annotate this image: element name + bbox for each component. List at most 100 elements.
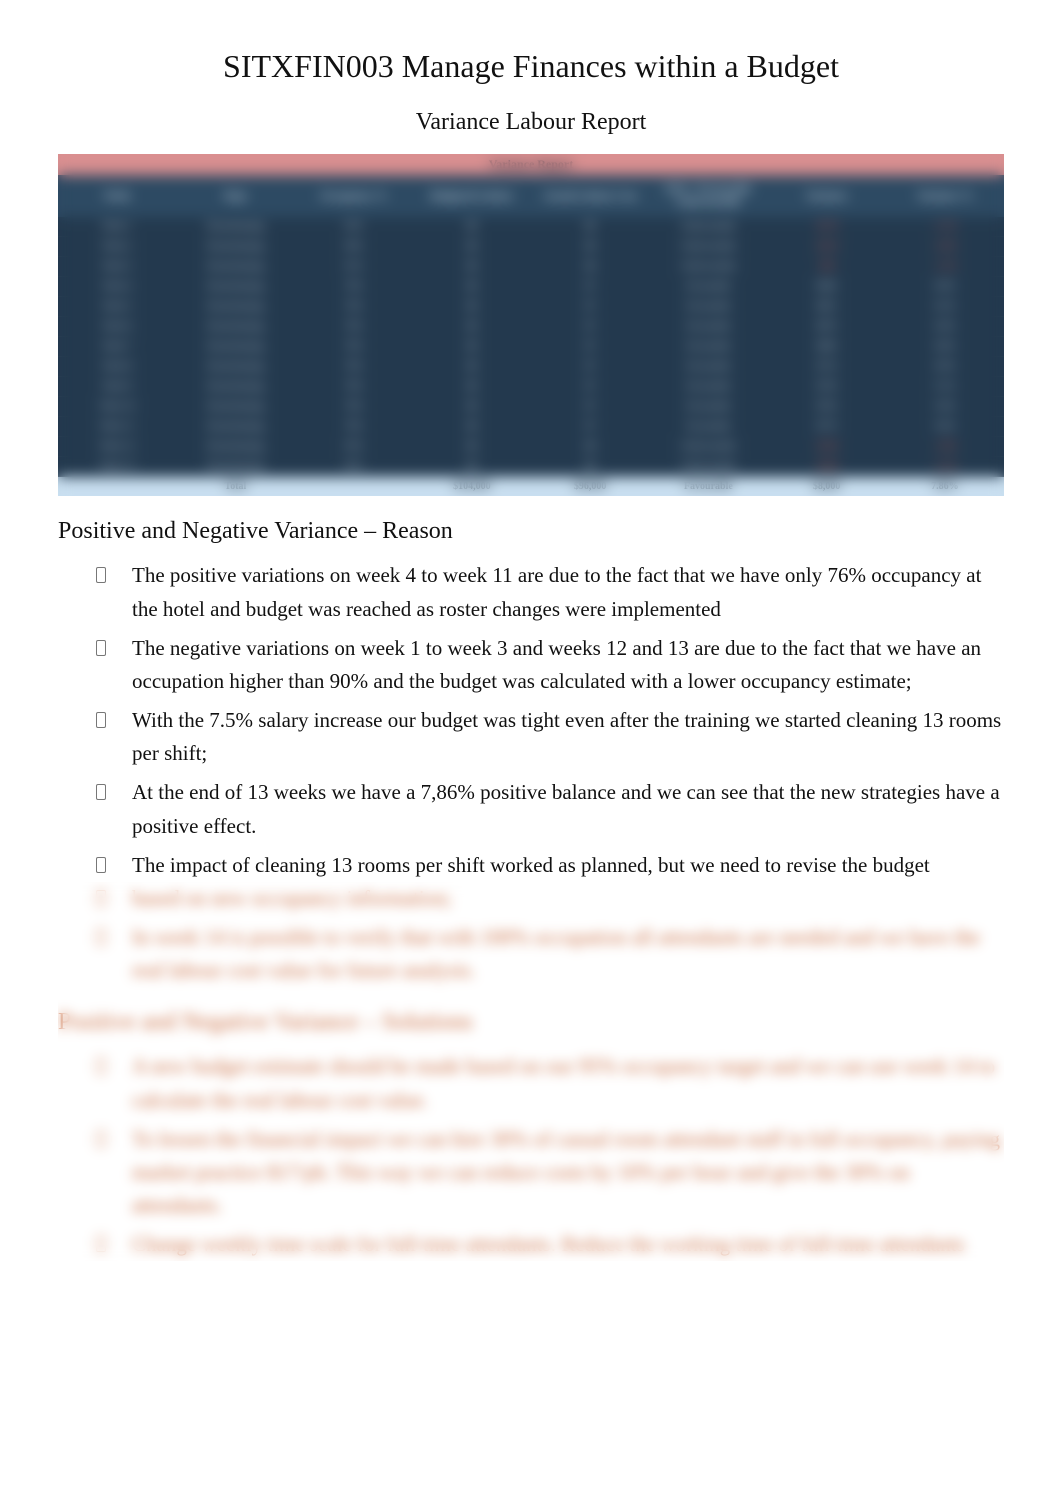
table-cell: -1.2% <box>886 257 1004 277</box>
table-cell: 8.0% <box>886 277 1004 297</box>
table-cell: Housekeeping <box>176 417 294 437</box>
variance-reason-list: The positive variations on week 4 to wee… <box>58 559 1004 882</box>
table-cell: $7 <box>531 297 649 317</box>
table-row: Week 1Housekeeping92%$8$8Unfavourable-$1… <box>58 217 1004 237</box>
table-cell: 92% <box>295 217 413 237</box>
variance-table-container: Variance Report WeekDeptOccupancy %Budge… <box>58 154 1004 496</box>
table-row: Week 3Housekeeping91%$8$8Unfavourable-$9… <box>58 257 1004 277</box>
table-cell: $8 <box>531 457 649 477</box>
variance-reason-list-tail: based on new occupancy information; In we… <box>58 882 1004 988</box>
table-cell: 76% <box>295 417 413 437</box>
table-cell: Week 8 <box>58 357 176 377</box>
table-row: Week 6Housekeeping76%$8$7Favourable$6708… <box>58 317 1004 337</box>
table-cell: Favourable <box>649 317 767 337</box>
table-row: Week 8Housekeeping76%$8$7Favourable$7108… <box>58 357 1004 377</box>
table-cell: $8 <box>413 397 531 417</box>
table-cell: $7 <box>531 317 649 337</box>
table-cell: $8 <box>413 317 531 337</box>
table-row: Week 10Housekeeping76%$8$7Favourable$750… <box>58 397 1004 417</box>
table-footer-cell: 7.86% <box>886 477 1004 497</box>
table-cell: Week 11 <box>58 417 176 437</box>
list-item: In week 14 is possible to verify that wi… <box>96 921 1004 987</box>
table-cell: Week 3 <box>58 257 176 277</box>
table-cell: Housekeeping <box>176 297 294 317</box>
variance-solutions-list: A new budget estimate should be made bas… <box>58 1050 1004 1261</box>
table-cell: Housekeeping <box>176 437 294 457</box>
variance-table: Variance Report WeekDeptOccupancy %Budge… <box>58 154 1004 496</box>
table-cell: 76% <box>295 357 413 377</box>
table-cell: -$170 <box>768 217 886 237</box>
table-cell: 9.6% <box>886 417 1004 437</box>
table-cell: Week 5 <box>58 297 176 317</box>
table-cell: -$210 <box>768 237 886 257</box>
table-cell: Favourable <box>649 337 767 357</box>
table-cell: 91% <box>295 257 413 277</box>
table-cell: Week 2 <box>58 237 176 257</box>
table-cell: -$95 <box>768 257 886 277</box>
list-item: The positive variations on week 4 to wee… <box>96 559 1004 625</box>
table-cell: $8 <box>413 297 531 317</box>
table-footer-cell: Favourable <box>649 477 767 497</box>
locked-content-region: based on new occupancy information; In we… <box>58 882 1004 1262</box>
table-cell: $7 <box>531 337 649 357</box>
list-item: To lessen the financial impact we can hi… <box>96 1123 1004 1223</box>
table-cell: $7 <box>531 397 649 417</box>
table-footer-cell: Total <box>176 477 294 497</box>
table-cell: $7 <box>531 277 649 297</box>
table-cell: $8 <box>531 237 649 257</box>
table-cell: $670 <box>768 317 886 337</box>
table-cell: $655 <box>768 297 886 317</box>
table-cell: Week 6 <box>58 317 176 337</box>
table-row: Week 11Housekeeping76%$8$7Favourable$770… <box>58 417 1004 437</box>
table-cell: $8 <box>413 357 531 377</box>
table-cell: $770 <box>768 417 886 437</box>
table-cell: 76% <box>295 397 413 417</box>
table-cell: 76% <box>295 377 413 397</box>
table-cell: Week 1 <box>58 217 176 237</box>
table-cell: Unfavourable <box>649 257 767 277</box>
table-row: Week 2Housekeeping94%$8$8Unfavourable-$2… <box>58 237 1004 257</box>
list-item: A new budget estimate should be made bas… <box>96 1050 1004 1116</box>
table-cell: Housekeeping <box>176 357 294 377</box>
table-cell: $7 <box>531 417 649 437</box>
table-header-cell: F&U / Favourable Unfavourable <box>649 175 767 217</box>
variance-solutions-heading: Positive and Negative Variance – Solutio… <box>58 1009 1004 1036</box>
table-cell: Week 10 <box>58 397 176 417</box>
table-header-cell: Variance % <box>886 175 1004 217</box>
table-cell: 8.4% <box>886 317 1004 337</box>
table-cell: -$140 <box>768 437 886 457</box>
table-cell: 95% <box>295 457 413 477</box>
table-header-cell: Occupancy % <box>295 175 413 217</box>
table-cell: -2.1% <box>886 217 1004 237</box>
table-row: Week 13Housekeeping95%$8$8Unfavourable-$… <box>58 457 1004 477</box>
table-cell: $8 <box>413 457 531 477</box>
table-cell: Housekeeping <box>176 397 294 417</box>
table-cell: Housekeeping <box>176 277 294 297</box>
list-item: Change weekly time scale for full-time a… <box>96 1228 1004 1261</box>
table-cell: 76% <box>295 277 413 297</box>
table-cell: Unfavourable <box>649 217 767 237</box>
table-cell: Favourable <box>649 357 767 377</box>
list-item: based on new occupancy information; <box>96 882 1004 915</box>
table-footer-cell <box>58 477 176 497</box>
table-cell: Unfavourable <box>649 437 767 457</box>
table-cell: $640 <box>768 277 886 297</box>
table-cell: Housekeeping <box>176 217 294 237</box>
list-item: With the 7.5% salary increase our budget… <box>96 704 1004 770</box>
table-cell: Favourable <box>649 397 767 417</box>
table-cell: 93% <box>295 437 413 457</box>
table-cell: $8 <box>413 437 531 457</box>
table-cell: 94% <box>295 237 413 257</box>
table-cell: Unfavourable <box>649 457 767 477</box>
table-cell: $8 <box>413 237 531 257</box>
table-footer-cell: $96,000 <box>531 477 649 497</box>
table-cell: $8 <box>413 277 531 297</box>
table-cell: Housekeeping <box>176 237 294 257</box>
table-cell: -2.6% <box>886 237 1004 257</box>
table-row: Week 7Housekeeping76%$8$7Favourable$6908… <box>58 337 1004 357</box>
variance-reason-heading: Positive and Negative Variance – Reason <box>58 518 1004 545</box>
table-footer-cell: $104,000 <box>413 477 531 497</box>
table-cell: 8.9% <box>886 357 1004 377</box>
table-cell: $690 <box>768 337 886 357</box>
table-header-cell: Week <box>58 175 176 217</box>
